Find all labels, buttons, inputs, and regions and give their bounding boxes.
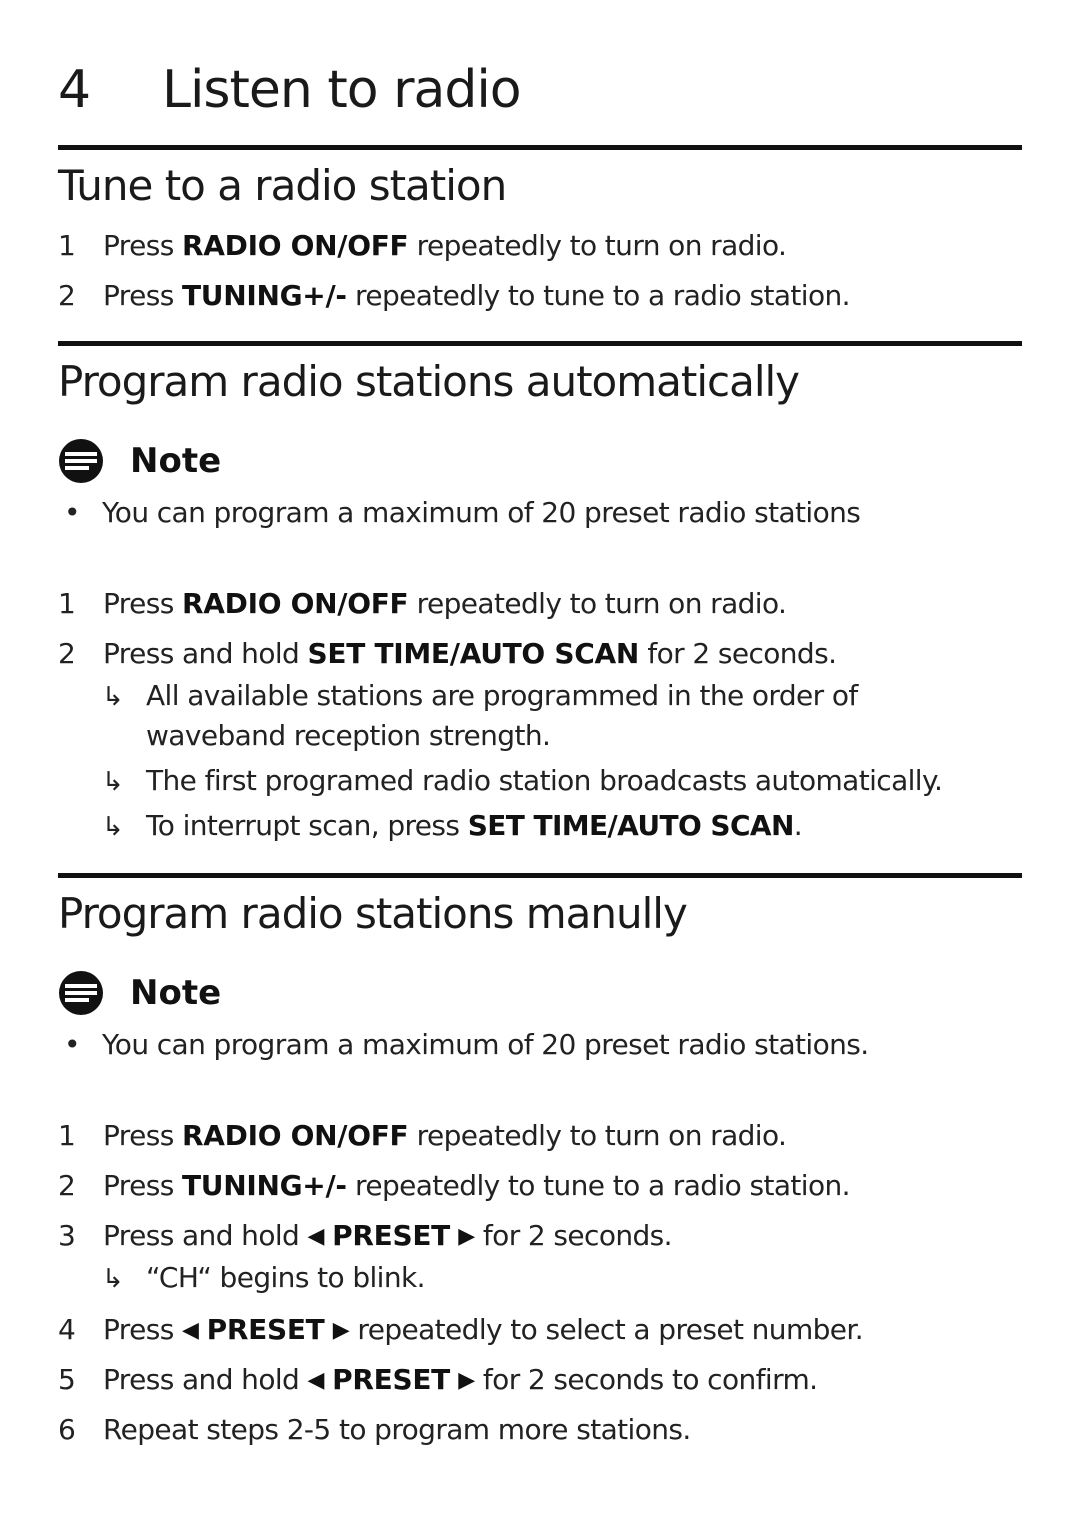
- step-number: 2: [58, 279, 76, 312]
- result-arrow-icon: ↳: [102, 767, 124, 797]
- step-text: Press: [103, 1169, 182, 1202]
- note-icon: [59, 439, 103, 483]
- note-bullet: • You can program a maximum of 20 preset …: [58, 1025, 869, 1065]
- step-text: Press: [103, 587, 182, 620]
- result-text: .: [793, 809, 803, 842]
- result-line: ↳ The first programed radio station broad…: [102, 761, 943, 802]
- section-divider: [58, 341, 1022, 346]
- step-number: 5: [58, 1363, 76, 1396]
- section-divider: [58, 873, 1022, 878]
- step-text: Press: [103, 1313, 182, 1346]
- step: 3 Press and hold ◀ PRESET ▶ for 2 seconds…: [58, 1216, 673, 1257]
- note-text: You can program a maximum of 20 preset r…: [102, 496, 861, 529]
- result-line: ↳ All available stations are programmed i…: [102, 676, 858, 717]
- section-title-manual: Program radio stations manully: [58, 889, 688, 938]
- key-label: PRESET: [206, 1313, 325, 1346]
- step-text: Press: [103, 279, 182, 312]
- note-header: Note: [58, 438, 221, 484]
- left-triangle-icon: ◀: [182, 1318, 199, 1343]
- section-title-tune: Tune to a radio station: [58, 161, 507, 210]
- step-number: 2: [58, 1169, 76, 1202]
- step: 2 Press TUNING+/- repeatedly to tune to a…: [58, 1166, 851, 1206]
- section-title-auto: Program radio stations automatically: [58, 357, 800, 406]
- step-text: repeatedly to turn on radio.: [408, 1119, 787, 1152]
- step-text: repeatedly to select a preset number.: [349, 1313, 864, 1346]
- step-text: Press and hold: [103, 1219, 308, 1252]
- key-label: TUNING+/-: [182, 1169, 347, 1202]
- result-text: “CH“ begins to blink.: [146, 1261, 426, 1294]
- step-text: repeatedly to turn on radio.: [408, 587, 787, 620]
- step-number: 1: [58, 229, 76, 262]
- left-triangle-icon: ◀: [307, 1224, 325, 1249]
- section-divider: [58, 145, 1022, 150]
- bullet-icon: •: [64, 496, 81, 529]
- left-triangle-icon: ◀: [307, 1368, 325, 1393]
- result-continuation: waveband reception strength.: [146, 719, 551, 752]
- step: 5 Press and hold ◀ PRESET ▶ for 2 seconds…: [58, 1360, 818, 1401]
- step-text: Repeat steps 2-5 to program more station…: [103, 1413, 691, 1446]
- result-text: To interrupt scan, press: [146, 809, 468, 842]
- bullet-icon: •: [64, 1028, 81, 1061]
- note-label: Note: [130, 441, 222, 481]
- step-number: 4: [58, 1313, 76, 1346]
- step: 2 Press TUNING+/- repeatedly to tune to a…: [58, 276, 851, 316]
- result-arrow-icon: ↳: [102, 812, 124, 842]
- result-line: ↳ To interrupt scan, press SET TIME/AUTO …: [102, 806, 803, 847]
- right-triangle-icon: ▶: [458, 1368, 475, 1393]
- step-text: Press: [103, 1119, 182, 1152]
- step-number: 1: [58, 587, 76, 620]
- step: 1 Press RADIO ON/OFF repeatedly to turn o…: [58, 226, 787, 266]
- step-text: Press: [103, 229, 182, 262]
- step-number: 1: [58, 1119, 76, 1152]
- step: 6 Repeat steps 2-5 to program more statio…: [58, 1410, 691, 1450]
- step-text: for 2 seconds to confirm.: [474, 1363, 818, 1396]
- key-label: SET TIME/AUTO SCAN: [467, 809, 795, 842]
- step-text: for 2 seconds.: [474, 1219, 673, 1252]
- right-triangle-icon: ▶: [458, 1224, 475, 1249]
- key-label: PRESET: [332, 1363, 450, 1396]
- step: 1 Press RADIO ON/OFF repeatedly to turn o…: [58, 584, 787, 624]
- key-label: TUNING+/-: [182, 279, 347, 312]
- result-line: ↳ “CH“ begins to blink.: [102, 1258, 426, 1299]
- step-text: repeatedly to turn on radio.: [408, 229, 787, 262]
- result-arrow-icon: ↳: [102, 1264, 124, 1294]
- step-text: Press and hold: [103, 1363, 308, 1396]
- step-number: 2: [58, 637, 76, 670]
- key-label: RADIO ON/OFF: [182, 229, 409, 262]
- note-text: You can program a maximum of 20 preset r…: [102, 1028, 869, 1061]
- step: 2 Press and hold SET TIME/AUTO SCAN for 2…: [58, 634, 837, 674]
- key-label: PRESET: [332, 1219, 450, 1252]
- step-number: 3: [58, 1219, 76, 1252]
- key-label: RADIO ON/OFF: [182, 1119, 409, 1152]
- right-triangle-icon: ▶: [332, 1318, 350, 1343]
- step: 4 Press ◀ PRESET ▶ repeatedly to select a…: [58, 1310, 864, 1351]
- result-text: All available stations are programmed in…: [146, 679, 858, 712]
- key-label: SET TIME/AUTO SCAN: [307, 637, 640, 670]
- step-text: repeatedly to tune to a radio station.: [346, 279, 851, 312]
- step-text: for 2 seconds.: [639, 637, 837, 670]
- step: 1 Press RADIO ON/OFF repeatedly to turn o…: [58, 1116, 787, 1156]
- chapter-title: Listen to radio: [162, 60, 522, 120]
- key-label: RADIO ON/OFF: [182, 587, 409, 620]
- note-label: Note: [130, 973, 222, 1013]
- result-text: The first programed radio station broadc…: [146, 764, 943, 797]
- note-header: Note: [58, 970, 221, 1016]
- note-bullet: • You can program a maximum of 20 preset …: [58, 493, 861, 533]
- step-number: 6: [58, 1413, 76, 1446]
- step-text: Press and hold: [103, 637, 308, 670]
- result-arrow-icon: ↳: [102, 682, 124, 712]
- note-icon: [59, 971, 103, 1015]
- chapter-number: 4: [58, 60, 91, 120]
- step-text: repeatedly to tune to a radio station.: [346, 1169, 851, 1202]
